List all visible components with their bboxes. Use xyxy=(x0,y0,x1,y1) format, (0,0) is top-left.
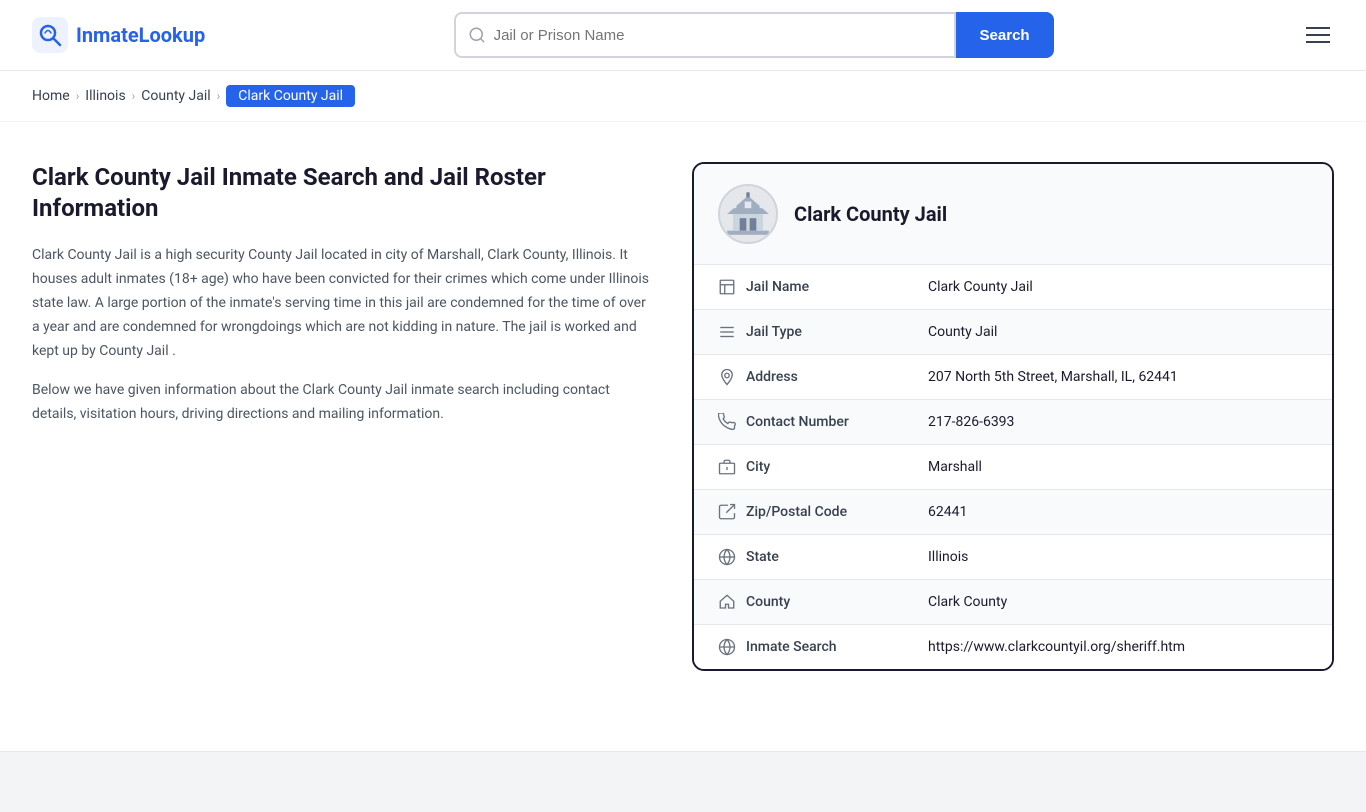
search-area: Search xyxy=(454,12,1054,58)
menu-line-3 xyxy=(1306,41,1330,43)
footer-bar xyxy=(0,751,1366,812)
label-address: Address xyxy=(718,368,928,386)
web-icon xyxy=(718,638,736,656)
label-text-jail-type: Jail Type xyxy=(746,324,802,340)
search-icon xyxy=(468,26,486,44)
breadcrumb: Home › Illinois › County Jail › Clark Co… xyxy=(0,71,1366,122)
row-state: State Illinois xyxy=(694,535,1332,580)
chevron-icon-3: › xyxy=(217,89,221,103)
header: InmateLookup Search xyxy=(0,0,1366,71)
row-jail-type: Jail Type County Jail xyxy=(694,310,1332,355)
label-county: County xyxy=(718,593,928,611)
label-text-state: State xyxy=(746,549,779,565)
zip-icon xyxy=(718,503,736,521)
value-zip: 62441 xyxy=(928,504,967,520)
search-wrapper xyxy=(454,12,956,58)
city-icon xyxy=(718,458,736,476)
card-jail-name: Clark County Jail xyxy=(794,202,947,226)
label-city: City xyxy=(718,458,928,476)
state-icon xyxy=(718,548,736,566)
jail-avatar xyxy=(718,184,778,244)
label-text-inmate-search: Inmate Search xyxy=(746,639,837,655)
breadcrumb-illinois[interactable]: Illinois xyxy=(85,88,125,104)
page-description-1: Clark County Jail is a high security Cou… xyxy=(32,244,652,363)
menu-line-1 xyxy=(1306,27,1330,29)
label-contact: Contact Number xyxy=(718,413,928,431)
label-state: State xyxy=(718,548,928,566)
label-jail-type: Jail Type xyxy=(718,323,928,341)
card-header: Clark County Jail xyxy=(694,164,1332,265)
label-text-address: Address xyxy=(746,369,798,385)
county-icon xyxy=(718,593,736,611)
type-icon xyxy=(718,323,736,341)
info-card: Clark County Jail Jail Name Clark County… xyxy=(692,162,1334,671)
value-county: Clark County xyxy=(928,594,1007,610)
logo-icon xyxy=(32,17,68,53)
label-inmate-search: Inmate Search xyxy=(718,638,928,656)
row-city: City Marshall xyxy=(694,445,1332,490)
search-input[interactable] xyxy=(494,27,942,44)
info-rows: Jail Name Clark County Jail Jail Type Co… xyxy=(694,265,1332,669)
value-jail-type[interactable]: County Jail xyxy=(928,324,997,340)
breadcrumb-home[interactable]: Home xyxy=(32,88,70,104)
row-inmate-search: Inmate Search https://www.clarkcountyil.… xyxy=(694,625,1332,669)
label-zip: Zip/Postal Code xyxy=(718,503,928,521)
main-content: Clark County Jail Inmate Search and Jail… xyxy=(0,122,1366,711)
menu-button[interactable] xyxy=(1302,23,1334,47)
right-column: Clark County Jail Jail Name Clark County… xyxy=(692,162,1334,671)
label-text-county: County xyxy=(746,594,790,610)
breadcrumb-active: Clark County Jail xyxy=(226,85,355,107)
value-address: 207 North 5th Street, Marshall, IL, 6244… xyxy=(928,369,1178,385)
value-city: Marshall xyxy=(928,459,982,475)
page-description-2: Below we have given information about th… xyxy=(32,379,652,427)
value-contact[interactable]: 217-826-6393 xyxy=(928,414,1014,430)
row-jail-name: Jail Name Clark County Jail xyxy=(694,265,1332,310)
label-text-jail-name: Jail Name xyxy=(746,279,809,295)
page-title: Clark County Jail Inmate Search and Jail… xyxy=(32,162,652,224)
chevron-icon-2: › xyxy=(132,89,136,103)
logo-text: InmateLookup xyxy=(76,23,205,47)
chevron-icon-1: › xyxy=(76,89,80,103)
row-county: County Clark County xyxy=(694,580,1332,625)
label-jail-name: Jail Name xyxy=(718,278,928,296)
label-text-city: City xyxy=(746,459,770,475)
location-icon xyxy=(718,368,736,386)
phone-icon xyxy=(718,413,736,431)
value-jail-name: Clark County Jail xyxy=(928,279,1033,295)
menu-line-2 xyxy=(1306,34,1330,36)
row-address: Address 207 North 5th Street, Marshall, … xyxy=(694,355,1332,400)
search-button[interactable]: Search xyxy=(956,12,1054,58)
row-zip: Zip/Postal Code 62441 xyxy=(694,490,1332,535)
value-state[interactable]: Illinois xyxy=(928,549,968,565)
row-contact: Contact Number 217-826-6393 xyxy=(694,400,1332,445)
label-text-zip: Zip/Postal Code xyxy=(746,504,847,520)
jail-icon xyxy=(718,278,736,296)
breadcrumb-county-jail[interactable]: County Jail xyxy=(141,88,210,104)
left-column: Clark County Jail Inmate Search and Jail… xyxy=(32,162,652,671)
logo-link[interactable]: InmateLookup xyxy=(32,17,205,53)
value-inmate-search[interactable]: https://www.clarkcountyil.org/sheriff.ht… xyxy=(928,639,1185,655)
label-text-contact: Contact Number xyxy=(746,414,849,430)
building-icon xyxy=(723,189,773,239)
